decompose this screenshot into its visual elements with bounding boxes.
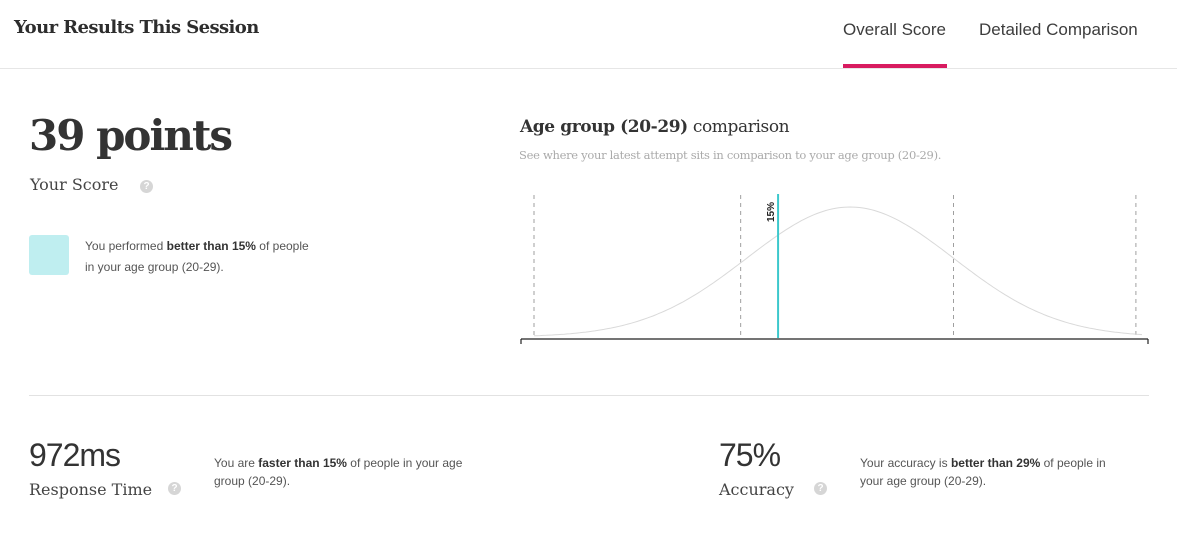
response-time-label: Response Time [29,480,153,499]
comparison-subtitle: See where your latest attempt sits in co… [519,148,942,162]
page-title: Your Results This Session [14,17,259,38]
results-header: Your Results This Session Overall Score … [0,0,1177,69]
accuracy-label: Accuracy [719,480,794,499]
performance-highlight: better than 15% [166,239,256,253]
percentile-swatch [29,235,69,275]
question-circle-icon[interactable]: ? [140,180,153,193]
comparison-title-rest: comparison [687,117,790,137]
score-label: Your Score [30,175,119,194]
distribution-curve [533,206,1143,337]
question-circle-icon[interactable]: ? [168,482,181,495]
rt-desc-highlight: faster than 15% [258,456,347,470]
accuracy-value: 75% [719,437,781,473]
acc-desc-highlight: better than 29% [950,456,1041,470]
percentile-marker-label: 15% [766,202,777,222]
comparison-title-bold: Age group (20-29) [520,117,688,137]
tab-detailed-comparison[interactable]: Detailed Comparison [979,20,1138,40]
performance-prefix: You performed [85,239,167,253]
performance-summary: You performed better than 15% of people … [85,236,315,278]
question-circle-icon[interactable]: ? [814,482,827,495]
accuracy-description: Your accuracy is better than 29% of peop… [860,454,1120,490]
reference-lines [533,195,1137,338]
response-time-value: 972ms [29,437,121,473]
rt-desc-prefix: You are [214,456,259,470]
active-tab-indicator [843,64,947,68]
tab-overall-score[interactable]: Overall Score [843,20,946,40]
distribution-chart: 15% [520,194,1149,344]
score-value: 39 points [29,111,233,160]
response-time-description: You are faster than 15% of people in you… [214,454,474,490]
acc-desc-prefix: Your accuracy is [860,456,951,470]
comparison-title: Age group (20-29) comparison [520,117,790,137]
section-divider [29,395,1149,396]
